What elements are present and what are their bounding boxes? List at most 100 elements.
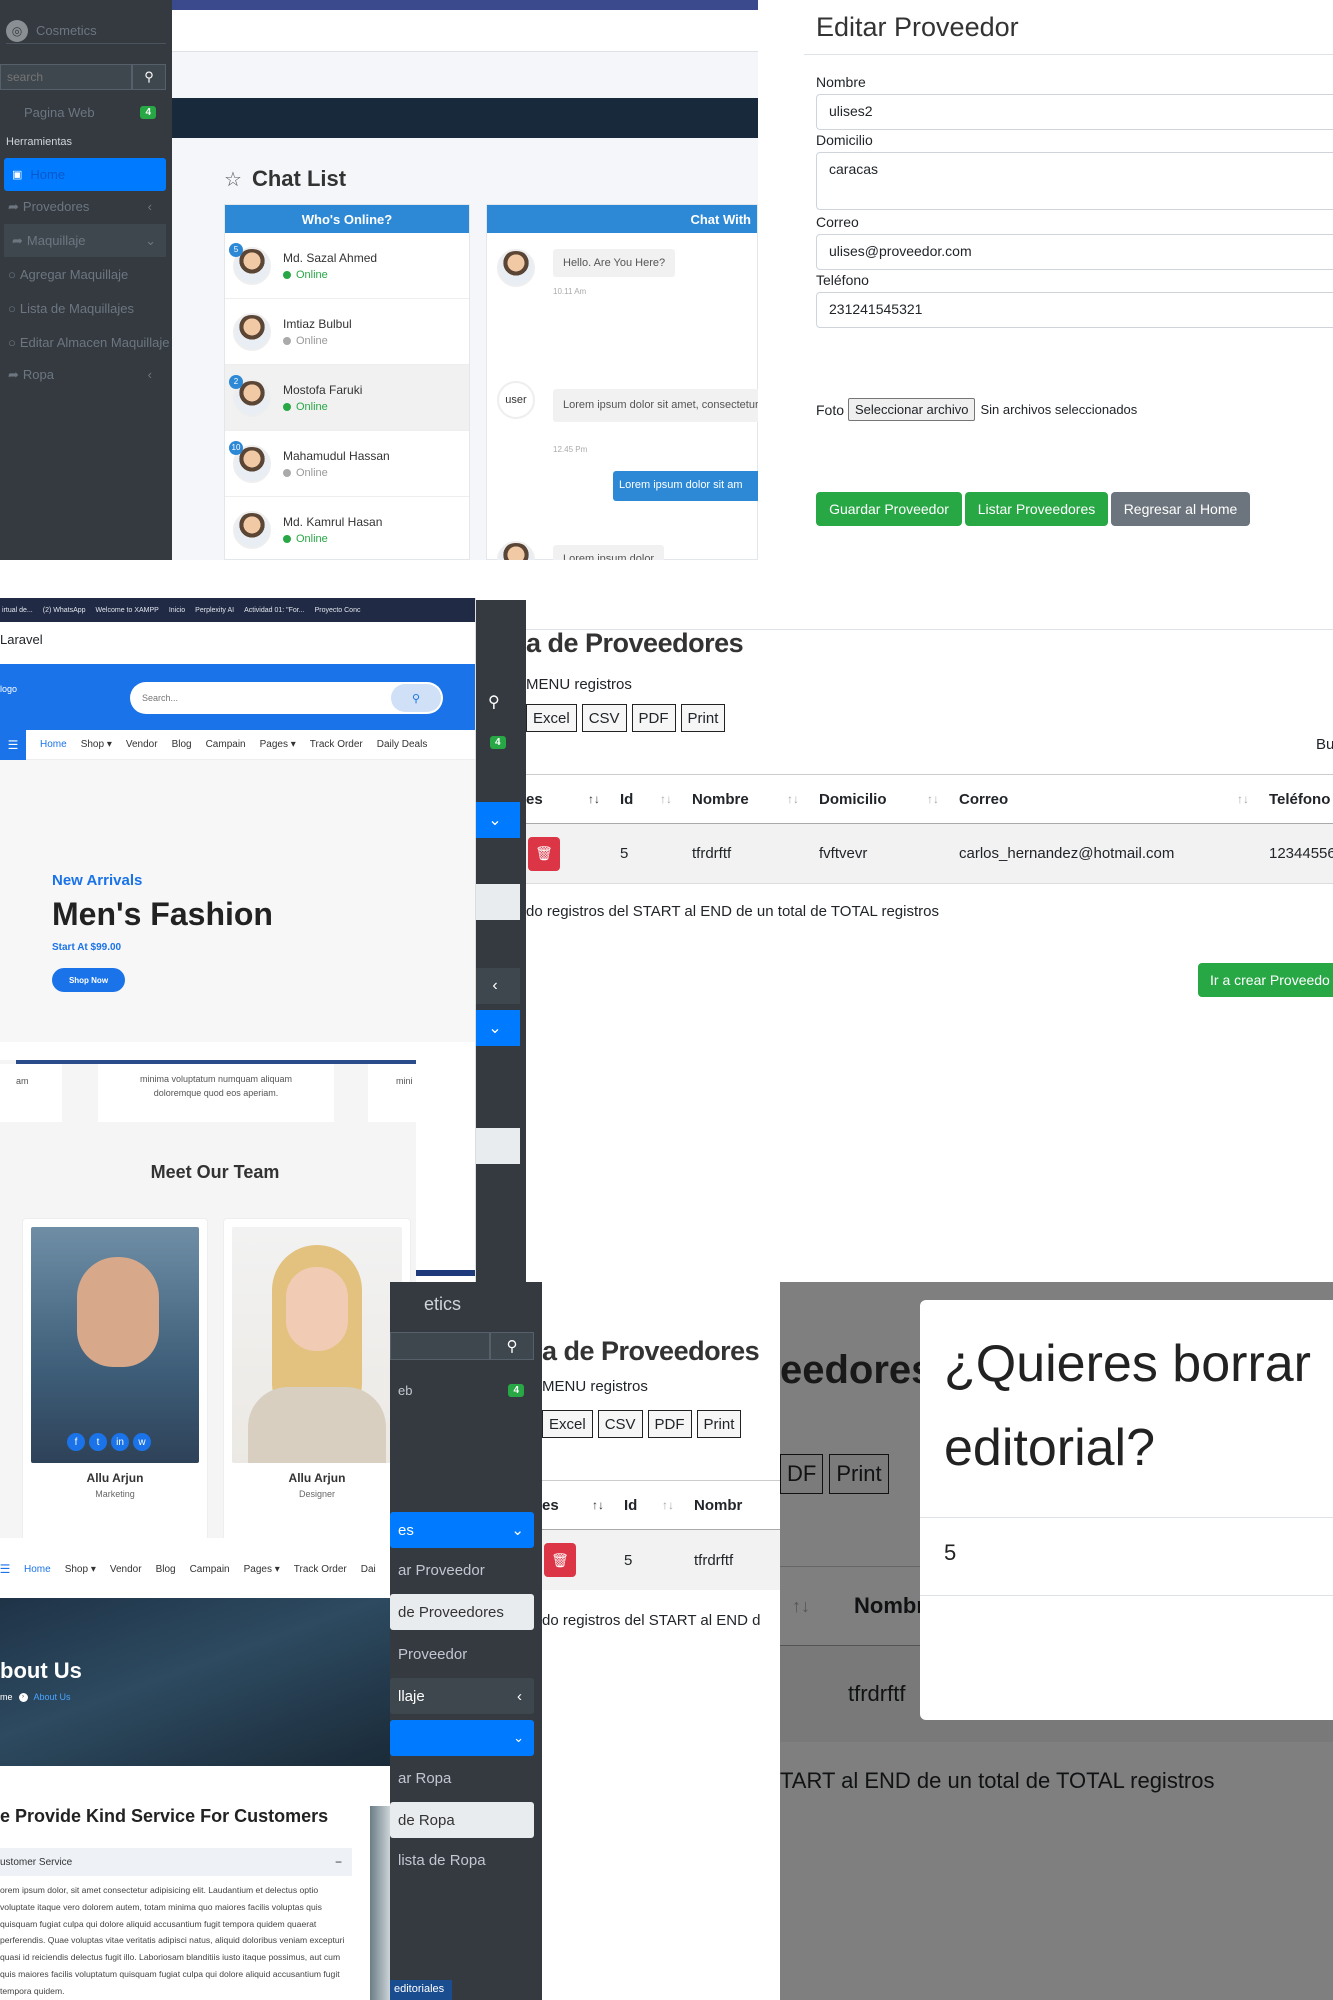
- home-button[interactable]: Regresar al Home: [1111, 492, 1250, 526]
- sidebar-item[interactable]: ‹: [470, 968, 520, 1004]
- domicilio-field[interactable]: caracas: [816, 152, 1333, 210]
- logo[interactable]: logo: [0, 684, 17, 694]
- sidebar-item-editar-ropa[interactable]: lista de Ropa: [390, 1844, 534, 1877]
- bookmark[interactable]: Proyecto Conc: [315, 607, 361, 614]
- csv-button[interactable]: CSV: [581, 704, 627, 732]
- nav-link-campain[interactable]: Campain: [190, 1564, 230, 1575]
- sidebar-item-ropa[interactable]: ⌄: [390, 1720, 534, 1756]
- sidebar-item-maquillaje[interactable]: ➦ Maquillaje ⌄: [4, 224, 166, 257]
- bookmark[interactable]: Welcome to XAMPP: [96, 607, 159, 614]
- csv-button[interactable]: CSV: [597, 1410, 643, 1438]
- twitter-icon[interactable]: t: [89, 1433, 107, 1451]
- nav-link-campain[interactable]: Campain: [206, 739, 246, 750]
- nav-link-pages[interactable]: Pages ▾: [244, 1564, 280, 1575]
- sidebar-item-pagina-web[interactable]: Pagina Web 4: [0, 96, 166, 129]
- sidebar-item-home[interactable]: ▣ Home: [4, 158, 166, 191]
- correo-field[interactable]: ulises@proveedor.com: [816, 234, 1333, 270]
- chat-user[interactable]: 2 Mostofa Faruki Online: [225, 365, 469, 431]
- shop-now-button[interactable]: Shop Now: [52, 968, 125, 992]
- chat-user[interactable]: Md. Kamrul Hasan Online: [225, 497, 469, 560]
- sidebar-item[interactable]: s: [470, 884, 520, 920]
- sidebar-search-input[interactable]: [0, 64, 132, 90]
- nav-link-blog[interactable]: Blog: [172, 739, 192, 750]
- sidebar-item-agregar-ropa[interactable]: ar Ropa: [390, 1762, 534, 1795]
- nav-link-vendor[interactable]: Vendor: [126, 739, 158, 750]
- sidebar-item-lista-ropa[interactable]: de Ropa: [390, 1802, 534, 1838]
- col-header[interactable]: Domicilio ↑↓: [809, 791, 949, 808]
- sidebar-item-lista-maquillajes[interactable]: ○ Lista de Maquillajes: [0, 292, 172, 325]
- sidebar-item-lista-proveedores[interactable]: de Proveedores: [390, 1594, 534, 1630]
- search-input[interactable]: [390, 1332, 490, 1360]
- delete-button[interactable]: 🗑: [528, 836, 560, 871]
- print-button[interactable]: Print: [680, 704, 726, 732]
- chat-user[interactable]: 5 Md. Sazal Ahmed Online: [225, 233, 469, 299]
- search-icon[interactable]: ⚲: [488, 692, 500, 712]
- col-header[interactable]: Id ↑↓: [614, 1497, 684, 1514]
- sidebar-item-editar-proveedor[interactable]: Proveedor: [390, 1638, 534, 1671]
- list-button[interactable]: Listar Proveedores: [965, 492, 1108, 526]
- sidebar-item-agregar-maquillaje[interactable]: ○ Agregar Maquillaje: [0, 258, 172, 291]
- sidebar-item-provedores[interactable]: ➦ Provedores ‹: [0, 190, 166, 223]
- col-header[interactable]: Teléfono: [1259, 791, 1333, 808]
- team-member-card[interactable]: Allu Arjun Designer: [223, 1218, 411, 1538]
- whatsapp-icon[interactable]: w: [133, 1433, 151, 1451]
- menu-icon[interactable]: ☰: [0, 1557, 10, 1581]
- excel-button[interactable]: Excel: [526, 704, 577, 732]
- sidebar-item-agregar-proveedor[interactable]: ar Proveedor: [390, 1554, 534, 1587]
- col-header[interactable]: Correo ↑↓: [949, 791, 1259, 808]
- bookmark[interactable]: (2) WhatsApp: [43, 607, 86, 614]
- chat-user[interactable]: 10 Mahamudul Hassan Online: [225, 431, 469, 497]
- pdf-button[interactable]: PDF: [647, 1410, 692, 1438]
- nav-link-track-order[interactable]: Track Order: [294, 1564, 347, 1575]
- breadcrumb-home[interactable]: me: [0, 1692, 13, 1702]
- delete-button[interactable]: 🗑: [544, 1543, 576, 1577]
- sidebar-item-pagina-web[interactable]: eb 4: [390, 1374, 534, 1407]
- col-header[interactable]: Nombr: [684, 1497, 780, 1514]
- bookmark[interactable]: Actividad 01: "For...: [244, 607, 304, 614]
- nav-link-shop[interactable]: Shop ▾: [81, 739, 112, 750]
- col-header[interactable]: es ↑↓: [542, 1497, 614, 1514]
- nav-link-daily-deals[interactable]: Dai: [361, 1564, 376, 1575]
- bookmark[interactable]: Inicio: [169, 607, 185, 614]
- nav-link-pages[interactable]: Pages ▾: [260, 739, 296, 750]
- sidebar-item[interactable]: [470, 1128, 520, 1164]
- facebook-icon[interactable]: f: [67, 1433, 85, 1451]
- accordion-header[interactable]: ustomer Service −: [0, 1848, 352, 1876]
- sidebar-item-proveedores[interactable]: es ⌄: [390, 1512, 534, 1548]
- save-button[interactable]: Guardar Proveedor: [816, 492, 962, 526]
- linkedin-icon[interactable]: in: [111, 1433, 129, 1451]
- sidebar-item-editoriales[interactable]: editoriales: [390, 1980, 452, 2000]
- nav-link-home[interactable]: Home: [24, 1564, 51, 1575]
- search-input[interactable]: [130, 693, 391, 703]
- sidebar-item-editar-almacen[interactable]: ○ Editar Almacen Maquillaje: [0, 326, 172, 359]
- nav-link-shop[interactable]: Shop ▾: [65, 1564, 96, 1575]
- file-input-button[interactable]: Seleccionar archivo: [848, 398, 976, 421]
- nav-link-vendor[interactable]: Vendor: [110, 1564, 142, 1575]
- sidebar-active-item[interactable]: ⌄: [470, 802, 520, 838]
- print-button[interactable]: Print: [696, 1410, 742, 1438]
- excel-button[interactable]: Excel: [542, 1410, 593, 1438]
- brand[interactable]: ◎ Cosmetics: [6, 18, 166, 44]
- search-icon[interactable]: ⚲: [391, 684, 441, 712]
- sidebar-item-ropa[interactable]: ➦ Ropa ‹: [0, 358, 166, 391]
- search-icon[interactable]: ⚲: [132, 64, 166, 90]
- nombre-field[interactable]: ulises2: [816, 94, 1333, 130]
- bookmark[interactable]: irtual de...: [2, 607, 33, 614]
- team-member-card[interactable]: f t in w Allu Arjun Marketing: [22, 1218, 208, 1538]
- sidebar-active-item[interactable]: ⌄: [470, 1010, 520, 1046]
- nav-link-blog[interactable]: Blog: [156, 1564, 176, 1575]
- telefono-field[interactable]: 231241545321: [816, 292, 1333, 328]
- bookmark[interactable]: Perplexity AI: [195, 607, 234, 614]
- col-header[interactable]: es ↑↓: [526, 791, 610, 808]
- sidebar-item-maquillaje[interactable]: llaje ‹: [390, 1678, 534, 1714]
- pdf-button[interactable]: PDF: [631, 704, 676, 732]
- chat-user[interactable]: Imtiaz Bulbul Online: [225, 299, 469, 365]
- menu-icon[interactable]: ☰: [0, 729, 26, 760]
- nav-link-daily-deals[interactable]: Daily Deals: [377, 739, 428, 750]
- nav-link-track-order[interactable]: Track Order: [310, 739, 363, 750]
- col-header[interactable]: Nombre ↑↓: [682, 791, 809, 808]
- search-icon[interactable]: ⚲: [490, 1332, 534, 1360]
- col-header[interactable]: Id ↑↓: [610, 791, 682, 808]
- create-proveedor-button[interactable]: Ir a crear Proveedo: [1198, 963, 1333, 997]
- nav-link-home[interactable]: Home: [40, 739, 67, 750]
